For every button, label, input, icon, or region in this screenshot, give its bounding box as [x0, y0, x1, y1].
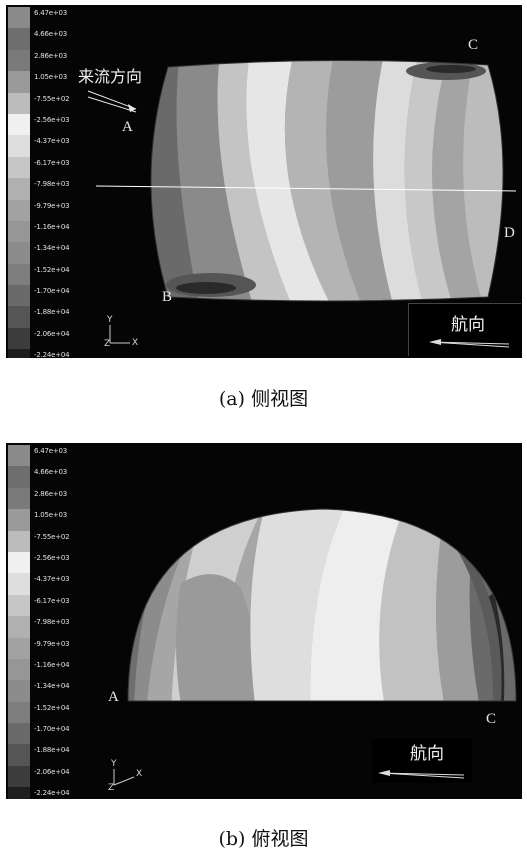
axis-x-label: X	[136, 769, 143, 779]
point-c-label: C	[468, 37, 479, 53]
axis-y-label: Y	[107, 315, 113, 325]
point-a-label: A	[122, 119, 133, 135]
heading-box: 航向	[408, 303, 521, 356]
side-view-panel: 6.47e+03 4.66e+03 2.86e+03 1.05e+03 -7.55e+0…	[6, 5, 522, 358]
axis-z-label: Z	[108, 783, 115, 793]
flow-direction-label: 来流方向	[78, 67, 143, 86]
point-d-label: D	[504, 225, 515, 241]
axis-y-label: Y	[111, 759, 117, 769]
caption-b: (b) 俯视图	[218, 828, 309, 850]
caption-a: (a) 侧视图	[218, 388, 309, 410]
point-c-label: C	[486, 711, 497, 727]
top-view-panel: 6.47e+03 4.66e+03 2.86e+03 1.05e+03 -7.55e+0…	[6, 443, 522, 799]
axis-triad: Y Z X	[106, 759, 146, 797]
axis-triad: Y Z X	[102, 315, 142, 353]
axis-z-label: Z	[104, 339, 111, 349]
heading-arrow-icon	[429, 339, 510, 348]
point-b-label: B	[162, 289, 173, 305]
point-a-label: A	[108, 689, 119, 705]
axis-x-label: X	[132, 338, 139, 348]
heading-arrow-icon	[378, 770, 465, 779]
heading-box: 航向	[372, 739, 472, 783]
